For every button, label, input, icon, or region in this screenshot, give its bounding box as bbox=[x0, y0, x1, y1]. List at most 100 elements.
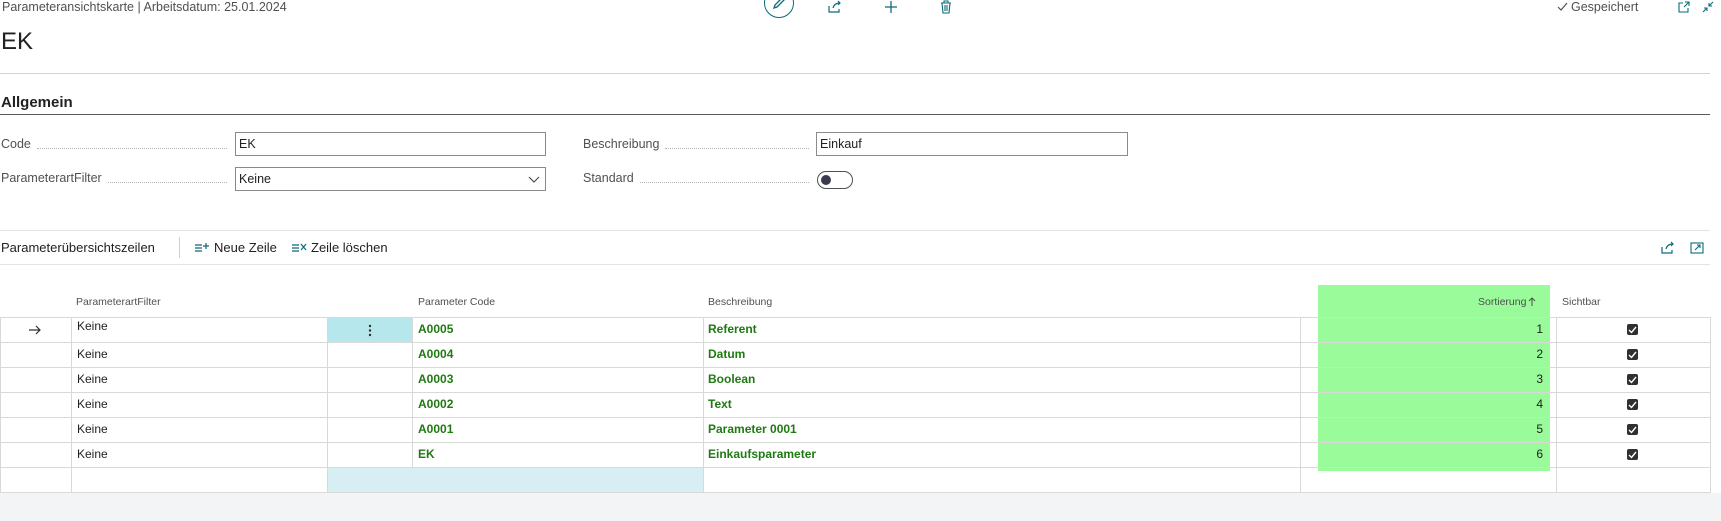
cell-description[interactable]: Text bbox=[708, 392, 732, 417]
grid-line bbox=[0, 467, 1710, 468]
visible-checkbox[interactable] bbox=[1627, 349, 1638, 360]
col-header-code[interactable]: Parameter Code bbox=[418, 296, 495, 308]
col-header-description[interactable]: Beschreibung bbox=[708, 296, 772, 308]
plus-icon bbox=[885, 1, 897, 13]
check-icon bbox=[1628, 451, 1637, 459]
description-label-text: Beschreibung bbox=[583, 137, 660, 151]
grid-line bbox=[0, 367, 1710, 368]
cell-code[interactable]: EK bbox=[418, 442, 435, 467]
new-button[interactable] bbox=[880, 0, 902, 16]
check-icon bbox=[1628, 426, 1637, 434]
filter-label: ParameterartFilter bbox=[1, 171, 233, 185]
grid-vline bbox=[703, 317, 704, 493]
col-header-sort[interactable]: Sortierung bbox=[1478, 296, 1536, 308]
lines-share-button[interactable] bbox=[1657, 239, 1679, 257]
grid-vline bbox=[327, 317, 328, 493]
cell-sort[interactable]: 6 bbox=[1483, 442, 1543, 467]
empty-row-cell[interactable] bbox=[328, 468, 703, 492]
cell-description[interactable]: Boolean bbox=[708, 367, 755, 392]
dots bbox=[107, 173, 227, 183]
dots bbox=[36, 139, 227, 149]
visible-checkbox[interactable] bbox=[1627, 374, 1638, 385]
cell-sort[interactable]: 4 bbox=[1483, 392, 1543, 417]
new-row-icon bbox=[195, 242, 209, 252]
cell-description[interactable]: Datum bbox=[708, 342, 745, 367]
cell-filter[interactable]: Keine bbox=[77, 417, 108, 442]
grid-line bbox=[0, 417, 1710, 418]
toolbar-separator bbox=[179, 237, 180, 258]
chevron-down-icon bbox=[528, 176, 540, 183]
grid-vline bbox=[0, 317, 1, 493]
cell-filter[interactable]: Keine bbox=[77, 392, 108, 417]
cell-filter[interactable]: Keine bbox=[77, 367, 108, 392]
cell-code[interactable]: A0005 bbox=[418, 317, 453, 342]
sort-ascending-icon bbox=[1529, 297, 1536, 306]
cell-filter[interactable]: Keine bbox=[77, 442, 108, 467]
lines-bar-top bbox=[0, 230, 1710, 231]
grid-line bbox=[0, 442, 1710, 443]
cell-code[interactable]: A0002 bbox=[418, 392, 453, 417]
saved-label: Gespeichert bbox=[1571, 0, 1639, 14]
saved-status: Gespeichert bbox=[1557, 0, 1638, 14]
cell-code[interactable]: A0004 bbox=[418, 342, 453, 367]
col-header-visible[interactable]: Sichtbar bbox=[1562, 296, 1601, 308]
visible-checkbox[interactable] bbox=[1627, 424, 1638, 435]
cell-sort[interactable]: 2 bbox=[1483, 342, 1543, 367]
cell-code[interactable]: A0003 bbox=[418, 367, 453, 392]
cell-sort[interactable]: 1 bbox=[1483, 317, 1543, 342]
visible-checkbox[interactable] bbox=[1627, 399, 1638, 410]
grid-vline bbox=[1556, 317, 1557, 493]
visible-checkbox[interactable] bbox=[1627, 449, 1638, 460]
edit-icon bbox=[772, 0, 785, 10]
open-new-window-icon bbox=[1678, 1, 1690, 13]
grid-vline bbox=[1710, 317, 1711, 493]
cell-description[interactable]: Einkaufsparameter bbox=[708, 442, 816, 467]
description-field[interactable]: Einkauf bbox=[816, 132, 1128, 156]
edit-button[interactable] bbox=[764, 0, 794, 18]
cell-code[interactable]: A0001 bbox=[418, 417, 453, 442]
check-icon bbox=[1628, 376, 1637, 384]
delete-row-button[interactable]: Zeile löschen bbox=[291, 240, 388, 255]
grid-line bbox=[0, 317, 1710, 318]
new-row-label: Neue Zeile bbox=[214, 240, 277, 255]
col-header-sort-label: Sortierung bbox=[1478, 296, 1527, 308]
code-value: EK bbox=[239, 137, 256, 151]
filter-value: Keine bbox=[239, 172, 271, 186]
new-row-button[interactable]: Neue Zeile bbox=[194, 240, 277, 255]
cell-description[interactable]: Parameter 0001 bbox=[708, 417, 797, 442]
section-title-general[interactable]: Allgemein bbox=[1, 94, 73, 111]
cell-description[interactable]: Referent bbox=[708, 317, 757, 342]
cell-filter[interactable]: Keine bbox=[77, 342, 108, 367]
current-row-arrow-icon bbox=[29, 325, 41, 335]
description-value: Einkauf bbox=[820, 137, 862, 151]
visible-checkbox[interactable] bbox=[1627, 324, 1638, 335]
lines-title[interactable]: Parameterübersichtszeilen bbox=[1, 240, 155, 255]
share-button[interactable] bbox=[824, 0, 846, 16]
row-menu-cell[interactable] bbox=[328, 318, 412, 342]
delete-row-icon bbox=[292, 243, 307, 252]
check-icon bbox=[1628, 401, 1637, 409]
grid-vline bbox=[1300, 317, 1301, 493]
cell-sort[interactable]: 5 bbox=[1483, 417, 1543, 442]
collapse-button[interactable] bbox=[1697, 0, 1719, 16]
open-new-window-button[interactable] bbox=[1673, 0, 1695, 16]
grid-line bbox=[0, 342, 1710, 343]
code-field[interactable]: EK bbox=[235, 132, 546, 156]
cell-filter[interactable]: Keine bbox=[77, 314, 108, 339]
code-label: Code bbox=[1, 137, 233, 151]
breadcrumb: Parameteransichtskarte | Arbeitsdatum: 2… bbox=[2, 0, 287, 14]
delete-row-label: Zeile löschen bbox=[311, 240, 388, 255]
dots bbox=[639, 173, 809, 183]
lines-bar-bottom bbox=[0, 264, 1710, 265]
cell-sort[interactable]: 3 bbox=[1483, 367, 1543, 392]
share-icon bbox=[1661, 241, 1674, 254]
col-header-filter[interactable]: ParameterartFilter bbox=[76, 296, 161, 308]
checkmark-icon bbox=[1557, 2, 1568, 11]
lines-expand-button[interactable] bbox=[1686, 239, 1708, 257]
delete-button[interactable] bbox=[935, 0, 957, 16]
grid-vline bbox=[412, 317, 413, 493]
expand-icon bbox=[1690, 242, 1704, 254]
filter-select[interactable]: Keine bbox=[235, 167, 546, 191]
standard-toggle[interactable] bbox=[817, 171, 853, 189]
code-label-text: Code bbox=[1, 137, 31, 151]
